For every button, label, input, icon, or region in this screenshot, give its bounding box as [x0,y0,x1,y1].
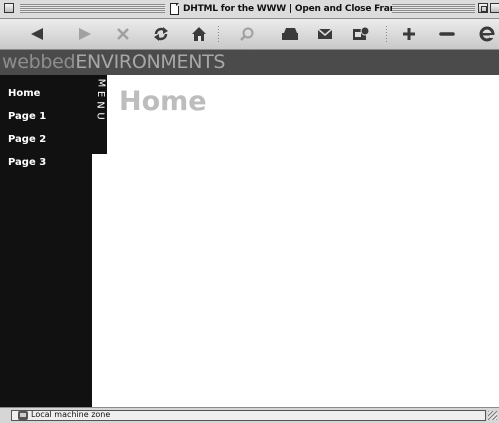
menu-tab-label: M E N U [94,78,106,121]
stop-icon[interactable] [112,24,134,44]
menu-letter: U [94,112,106,120]
browser-window: DHTML for the WWW | Open and Close Frame… [0,0,499,423]
browser-toolbar [0,19,499,50]
menu-toggle-tab[interactable]: M E N U [92,75,107,154]
back-arrow-icon[interactable] [26,24,48,44]
zoom-box[interactable] [478,3,488,13]
forward-arrow-icon[interactable] [74,24,96,44]
zone-icon [18,411,28,420]
site-banner: webbedENVIRONMENTS [0,50,499,75]
title-bar-stripes-left [20,4,165,13]
window-title: DHTML for the WWW | Open and Close Frame… [183,4,410,14]
toolbar-separator [386,26,387,42]
print-icon[interactable] [279,24,301,44]
refresh-icon[interactable] [150,24,172,44]
page-content: Home Page 1 Page 2 Page 3 M E N U Home [0,75,499,407]
toolbar-separator [218,26,219,42]
window-title-area: DHTML for the WWW | Open and Close Frame… [170,1,410,17]
browser-logo-icon[interactable] [476,24,498,44]
sidebar-item-home[interactable]: Home [0,86,46,109]
resize-grip[interactable] [488,411,497,420]
menu-letter: N [94,101,106,109]
title-bar[interactable]: DHTML for the WWW | Open and Close Frame… [0,0,499,19]
menu-letter: M [94,78,106,88]
sidebar-item-page-1[interactable]: Page 1 [0,109,46,132]
page-title: Home [119,86,207,117]
status-bar: Local machine zone [0,407,499,423]
sidebar-nav: Home Page 1 Page 2 Page 3 [0,86,46,178]
document-icon [170,3,179,15]
logo-text-part1: webbed [2,51,76,73]
mail-icon[interactable] [314,24,336,44]
preferences-icon[interactable] [350,24,372,44]
zone-label: Local machine zone [31,410,111,419]
close-box[interactable] [4,3,14,13]
sidebar-frame: Home Page 1 Page 2 Page 3 [0,75,92,407]
sidebar-item-page-3[interactable]: Page 3 [0,155,46,178]
collapse-box[interactable] [490,3,499,13]
text-larger-icon[interactable] [398,24,420,44]
site-logo: webbedENVIRONMENTS [2,51,225,74]
title-bar-stripes-right [392,4,475,13]
sidebar-item-page-2[interactable]: Page 2 [0,132,46,155]
menu-letter: E [94,90,106,98]
search-icon[interactable] [236,24,258,44]
logo-text-part2: ENVIRONMENTS [75,51,226,73]
home-icon[interactable] [188,24,210,44]
text-smaller-icon[interactable] [436,24,458,44]
